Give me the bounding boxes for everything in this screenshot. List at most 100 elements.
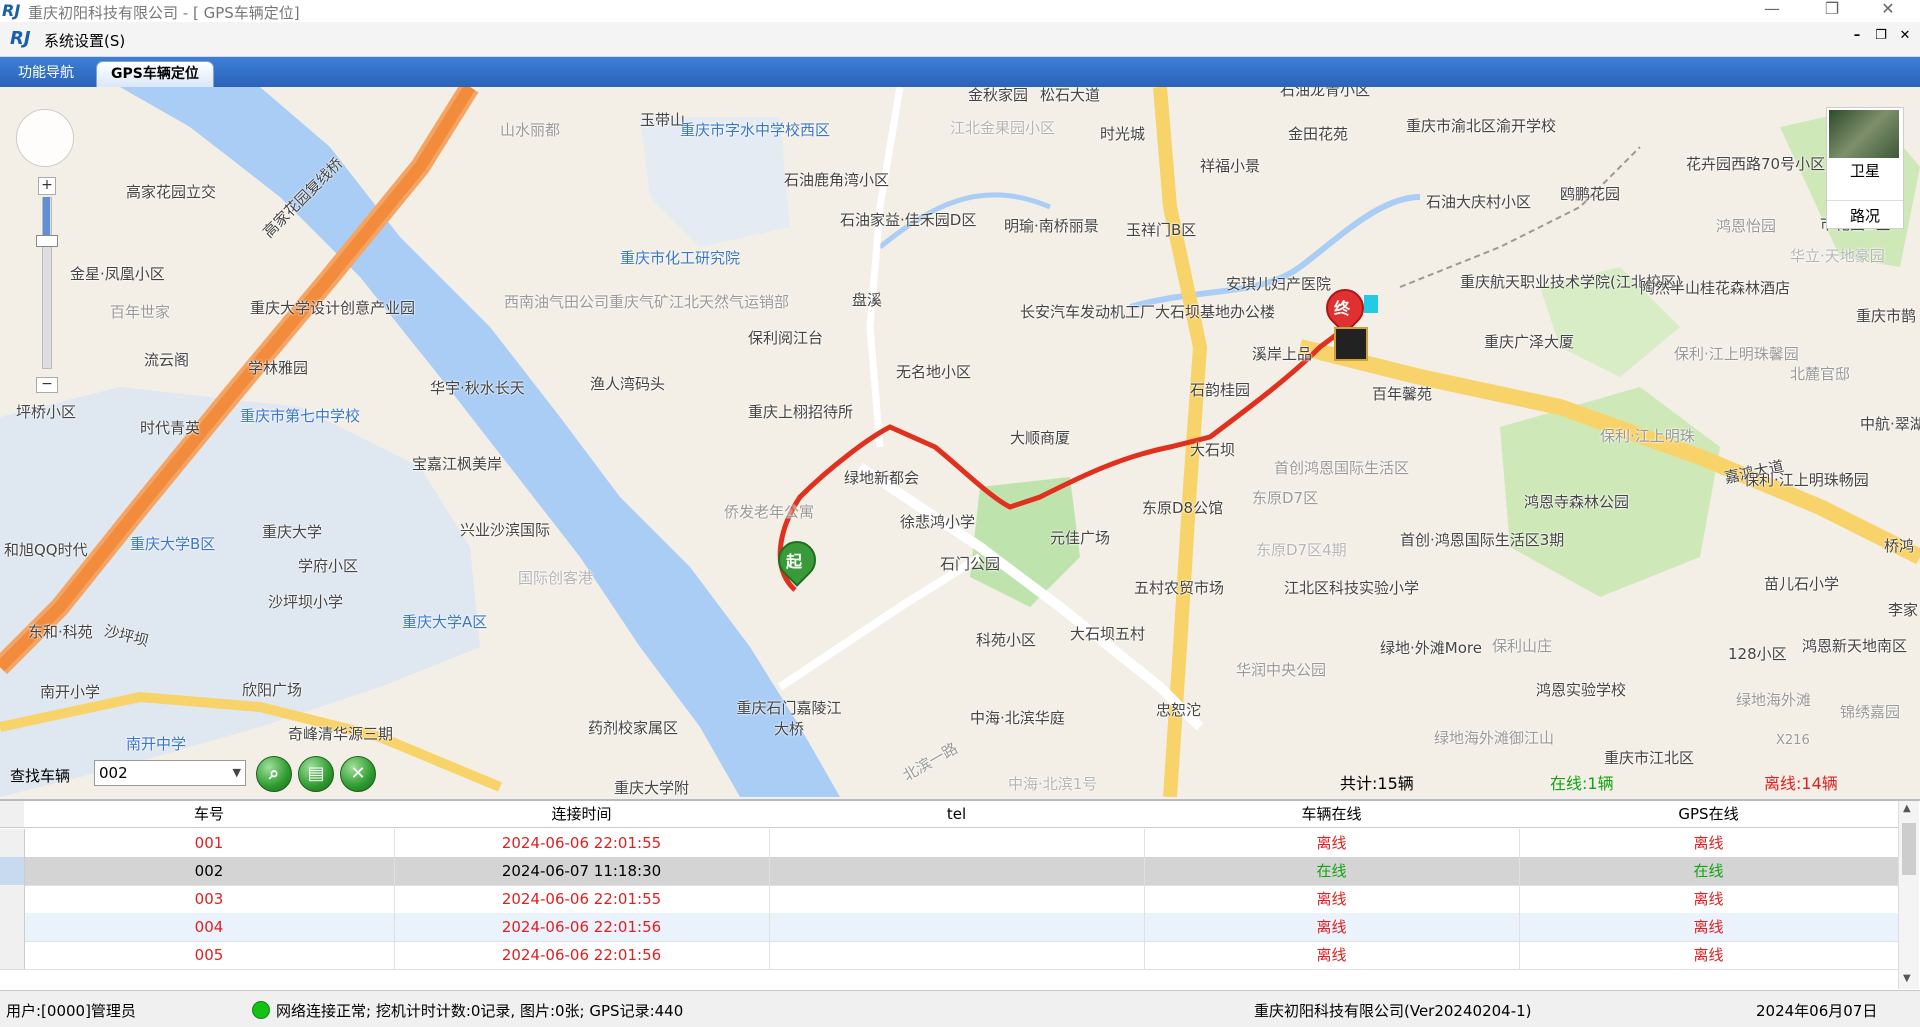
table-row[interactable]: 003 2024-06-06 22:01:55 离线 离线	[0, 885, 1899, 914]
map-type-satellite[interactable]: 卫星	[1827, 160, 1903, 181]
row-selector[interactable]	[0, 885, 25, 914]
map-label: 绿地·外滩More	[1380, 639, 1482, 657]
map-label: 东原D7区4期	[1256, 541, 1347, 559]
map-view[interactable]: 金秋家园 松石大道 玉带山 石油龙青小区 山水丽都 重庆市字水中学校西区 江北金…	[0, 87, 1920, 797]
cell-tel	[769, 913, 1145, 942]
column-header-time[interactable]: 连接时间	[394, 801, 770, 828]
map-label: 渔人湾码头	[590, 375, 666, 393]
scroll-down-icon[interactable]: ▼	[1903, 973, 1911, 984]
map-label: 华宇·秋水长天	[430, 379, 525, 397]
map-label: 松石大道	[1040, 87, 1101, 104]
table-row[interactable]: 005 2024-06-06 22:01:56 离线 离线	[0, 941, 1899, 970]
map-label: 保利山庄	[1492, 637, 1553, 655]
cell-gps-online: 离线	[1519, 941, 1899, 970]
map-label: 坪桥小区	[16, 403, 77, 421]
map-label: 金田花苑	[1288, 125, 1349, 143]
scrollbar-thumb[interactable]	[1902, 823, 1916, 875]
search-vehicle-label: 查找车辆	[10, 767, 71, 785]
satellite-thumbnail[interactable]	[1829, 110, 1899, 158]
map-label: 沙坪坝小学	[268, 593, 344, 611]
map-label: 侨发老年公寓	[724, 503, 815, 521]
map-label: 山水丽都	[500, 121, 561, 139]
map-label: 花卉园西路70号小区	[1686, 155, 1826, 173]
table-row[interactable]: 004 2024-06-06 22:01:56 离线 离线	[0, 913, 1899, 942]
map-label: 石油龙青小区	[1280, 87, 1371, 99]
tab-strip: 功能导航 GPS车辆定位	[0, 57, 1920, 87]
map-label: 大石坝	[1190, 441, 1236, 459]
map-label: 无名地小区	[896, 363, 972, 381]
map-label: 重庆市江北区	[1604, 749, 1695, 767]
map-label: 元佳广场	[1050, 529, 1111, 547]
map-label: 奇峰清华源三期	[288, 725, 394, 743]
map-label: 保利·江上明珠馨园	[1674, 345, 1799, 363]
column-header-no[interactable]: 车号	[24, 801, 395, 828]
scroll-up-icon[interactable]: ▲	[1903, 803, 1911, 814]
minimize-icon[interactable]: —	[1752, 0, 1792, 22]
cell-no: 005	[24, 941, 395, 970]
vehicle-grid: 车号 连接时间 tel 车辆在线 GPS在线 001 2024-06-06 22…	[0, 799, 1920, 991]
column-header-vehicle-online[interactable]: 车辆在线	[1144, 801, 1520, 828]
cell-no: 002	[24, 857, 395, 886]
restore-icon[interactable]: ❐	[1812, 0, 1852, 22]
clear-button[interactable]: ✕	[340, 756, 376, 792]
route-end-label: 终	[1334, 299, 1351, 318]
map-label: 石门公园	[940, 555, 1001, 573]
map-label: 流云阁	[144, 351, 190, 369]
map-label: 金秋家园	[968, 87, 1029, 104]
map-label: 溪岸上品	[1252, 345, 1313, 363]
row-selector[interactable]	[0, 941, 25, 970]
cell-tel	[769, 941, 1145, 970]
row-selector[interactable]	[0, 857, 25, 886]
zoom-in-icon[interactable]: +	[38, 177, 56, 195]
tab-function-nav[interactable]: 功能导航	[4, 61, 88, 86]
excavator-icon[interactable]	[1334, 327, 1368, 361]
row-selector[interactable]	[0, 829, 25, 858]
list-button[interactable]: ▤	[298, 756, 334, 792]
map-label: 保利阅江台	[748, 329, 824, 347]
map-label: 重庆大学	[262, 523, 323, 541]
mdi-minimize-icon[interactable]: –	[1846, 28, 1868, 48]
map-label: 时光城	[1100, 125, 1146, 143]
table-row-selected[interactable]: 002 2024-06-07 11:18:30 在线 在线	[0, 857, 1899, 886]
zoom-out-icon[interactable]: −	[36, 377, 58, 393]
table-row[interactable]: 001 2024-06-06 22:01:55 离线 离线	[0, 829, 1899, 858]
map-label: 保利·江上明珠	[1600, 427, 1695, 445]
search-button[interactable]: ⌕	[256, 756, 292, 792]
map-label: 石油家益·佳禾园D区	[840, 211, 977, 229]
map-label: 石韵桂园	[1190, 381, 1251, 399]
map-label: 首创·鸿恩国际生活区3期	[1400, 531, 1565, 549]
tab-gps-location[interactable]: GPS车辆定位	[96, 61, 214, 87]
map-label: 重庆市字水中学校西区	[680, 121, 831, 139]
mdi-close-icon[interactable]: ✕	[1894, 28, 1916, 48]
row-selector[interactable]	[0, 913, 25, 942]
map-label: 学府小区	[298, 557, 359, 575]
map-label: 江北金果园小区	[950, 119, 1056, 137]
map-label: 中海·北滨1号	[1008, 775, 1098, 793]
column-header-tel[interactable]: tel	[769, 801, 1145, 828]
map-label: 和旭QQ时代	[4, 541, 88, 559]
cell-gps-online: 离线	[1519, 885, 1899, 914]
grid-scrollbar[interactable]: ▲ ▼	[1898, 801, 1919, 989]
map-label: 时代青英	[140, 419, 201, 437]
map-pan-control[interactable]	[16, 109, 74, 167]
map-label: 南开中学	[126, 735, 187, 753]
map-label: 鸿恩新天地南区	[1802, 637, 1908, 655]
map-label: 重庆市鹊	[1856, 307, 1917, 325]
mdi-restore-icon[interactable]: ❐	[1870, 28, 1892, 48]
status-bar: 用户:[0000]管理员 网络连接正常; 挖机计时计数:0记录, 图片:0张; …	[0, 990, 1920, 1027]
column-header-gps-online[interactable]: GPS在线	[1519, 801, 1899, 828]
map-label: 兴业沙滨国际	[460, 521, 551, 539]
map-type-traffic[interactable]: 路况	[1827, 200, 1903, 226]
vehicle-select[interactable]: 002 ▼	[94, 760, 246, 786]
menu-system-settings[interactable]: 系统设置(S)	[44, 30, 125, 51]
cell-vehicle-online: 离线	[1144, 829, 1520, 858]
cell-vehicle-online: 离线	[1144, 941, 1520, 970]
chevron-down-icon[interactable]: ▼	[233, 761, 241, 785]
close-icon[interactable]: ✕	[1868, 0, 1908, 22]
network-status-icon	[252, 1001, 270, 1019]
menu-logo: RJ	[10, 28, 31, 49]
zoom-slider-thumb[interactable]	[36, 235, 58, 247]
map-label: 盘溪	[852, 291, 883, 309]
status-network: 网络连接正常; 挖机计时计数:0记录, 图片:0张; GPS记录:440	[276, 1002, 684, 1020]
cell-tel	[769, 829, 1145, 858]
